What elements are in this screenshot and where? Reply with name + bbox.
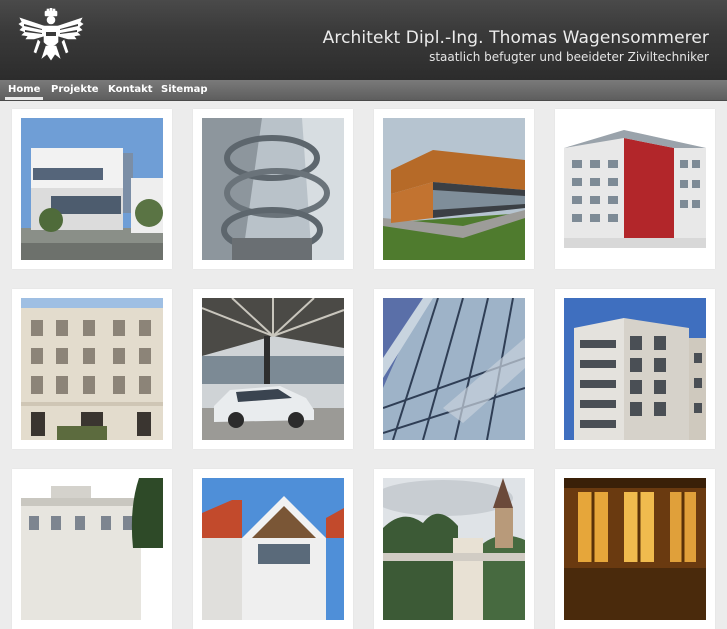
project-thumbnail[interactable] xyxy=(12,109,172,269)
project-image-wood-pavilion xyxy=(383,118,525,260)
austrian-eagle-emblem-icon[interactable] xyxy=(16,8,86,66)
project-image-car-showroom xyxy=(202,298,344,440)
project-thumbnail[interactable] xyxy=(12,469,172,629)
project-thumbnail[interactable] xyxy=(555,469,715,629)
project-thumbnail[interactable] xyxy=(374,109,534,269)
project-thumbnail[interactable] xyxy=(193,289,353,449)
project-image-warm-interior xyxy=(564,478,706,620)
nav-item-projekte[interactable]: Projekte xyxy=(51,80,99,99)
project-image-church-tower xyxy=(383,478,525,620)
project-image-house-red-roof xyxy=(202,478,344,620)
project-image-balcony-apartments xyxy=(564,298,706,440)
project-image-white-building xyxy=(21,118,163,260)
main-nav: Home Projekte Kontakt Sitemap xyxy=(0,80,727,101)
site-title: Architekt Dipl.-Ing. Thomas Wagensommere… xyxy=(322,28,709,48)
site-subtitle: staatlich befugter und beeideter Zivilte… xyxy=(429,50,709,64)
project-thumbnail[interactable] xyxy=(555,109,715,269)
nav-item-home[interactable]: Home xyxy=(4,80,44,100)
nav-item-sitemap[interactable]: Sitemap xyxy=(161,80,208,99)
project-thumbnail[interactable] xyxy=(193,469,353,629)
project-thumbnail[interactable] xyxy=(12,289,172,449)
project-image-glass-facade xyxy=(383,298,525,440)
project-image-red-apartment-block xyxy=(564,118,706,260)
project-thumbnail[interactable] xyxy=(555,289,715,449)
project-image-historic-facade xyxy=(21,298,163,440)
project-thumbnail[interactable] xyxy=(193,109,353,269)
project-thumbnail[interactable] xyxy=(374,289,534,449)
nav-item-kontakt[interactable]: Kontakt xyxy=(108,80,153,99)
project-image-spiral-staircase xyxy=(202,118,344,260)
site-header: Architekt Dipl.-Ing. Thomas Wagensommere… xyxy=(0,0,727,81)
project-image-villa-with-tree xyxy=(21,478,163,620)
project-thumbnail[interactable] xyxy=(374,469,534,629)
